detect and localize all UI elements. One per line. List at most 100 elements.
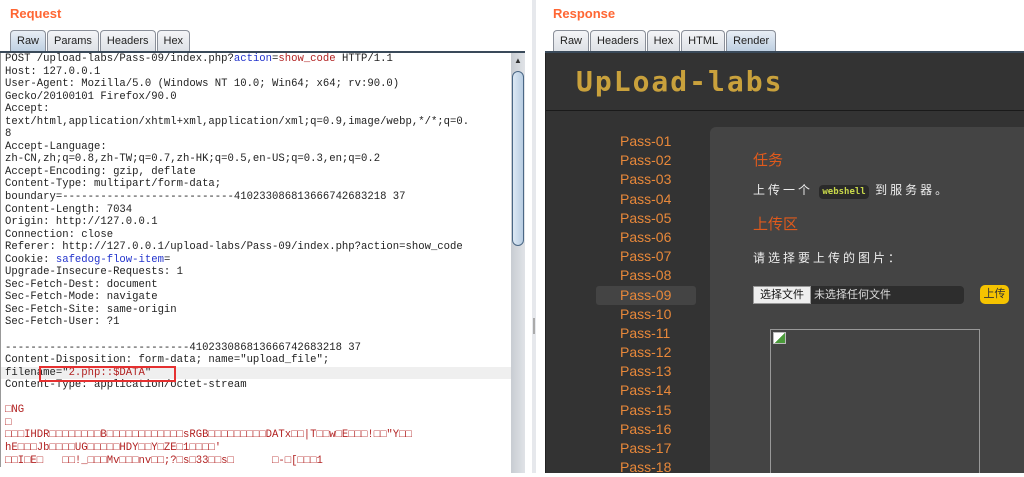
pass-link[interactable]: Pass-08 xyxy=(596,266,696,285)
pass-link[interactable]: Pass-05 xyxy=(596,209,696,228)
line-token: Accept-Language: xyxy=(5,140,107,153)
request-scrollbar[interactable]: ▲ xyxy=(511,53,525,473)
pass-link[interactable]: Pass-18 xyxy=(596,458,696,477)
tab-raw[interactable]: Raw xyxy=(553,30,590,51)
line-token: Host: 127.0.0.1 xyxy=(5,65,101,78)
line-token: 8 xyxy=(5,128,12,141)
tab-hex[interactable]: Hex xyxy=(646,30,681,51)
pass-link[interactable]: Pass-13 xyxy=(596,362,696,381)
tab-params[interactable]: Params xyxy=(47,30,99,51)
tab-html[interactable]: HTML xyxy=(681,30,726,51)
line-token: Origin: http://127.0.0.1 xyxy=(5,216,158,229)
main-panel: 任务 上传一个 webshell 到服务器。 上传区 请选择要上传的图片： 选择… xyxy=(710,127,1024,473)
line-token: Accept-Encoding: gzip, deflate xyxy=(5,165,196,178)
tab-hex[interactable]: Hex xyxy=(156,30,191,51)
line-token: POST /upload-labs/Pass-09/index.php? xyxy=(5,53,234,65)
line-token: show_code xyxy=(278,53,336,65)
request-line: text/html,application/xhtml+xml,applicat… xyxy=(1,116,512,129)
request-line: Gecko/20100101 Firefox/90.0 xyxy=(1,91,512,104)
scroll-up-icon[interactable]: ▲ xyxy=(514,56,522,65)
split-grip[interactable] xyxy=(533,318,535,334)
task-text: 上传一个 webshell 到服务器。 xyxy=(753,181,950,199)
task-post: 到服务器。 xyxy=(875,183,951,197)
request-title: Request xyxy=(10,6,62,21)
pass-link[interactable]: Pass-12 xyxy=(596,343,696,362)
split-divider[interactable] xyxy=(532,0,536,473)
pass-link[interactable]: Pass-10 xyxy=(596,305,696,324)
request-line: □□□IHDR□□□□□□□□B□□□□□□□□□□□□sRGB□□□□□□□□… xyxy=(1,429,512,442)
line-token: = xyxy=(163,253,171,266)
request-line: Accept-Language: xyxy=(1,141,512,154)
request-line: Content-Length: 7034 xyxy=(1,204,512,217)
pass-link[interactable]: Pass-15 xyxy=(596,401,696,420)
scroll-thumb[interactable] xyxy=(512,71,524,246)
upload-button[interactable]: 上传 xyxy=(980,285,1009,304)
pass-link[interactable]: Pass-09 xyxy=(596,285,696,305)
request-line: Upgrade-Insecure-Requests: 1 xyxy=(1,266,512,279)
line-token: text/html,application/xhtml+xml,applicat… xyxy=(5,115,470,128)
webshell-code: webshell xyxy=(819,185,869,199)
request-line: Sec-Fetch-User: ?1 xyxy=(1,316,512,329)
line-token: zh-CN,zh;q=0.8,zh-TW;q=0.7,zh-HK;q=0.5,e… xyxy=(5,153,381,166)
file-status: 未选择任何文件 xyxy=(811,286,964,304)
line-token: Accept: xyxy=(5,103,50,116)
pass-link[interactable]: Pass-03 xyxy=(596,170,696,189)
pass-link[interactable]: Pass-11 xyxy=(596,324,696,343)
line-token: boundary=---------------------------4102… xyxy=(5,191,406,204)
request-line: boundary=---------------------------4102… xyxy=(1,191,512,204)
request-line: Sec-Fetch-Dest: document xyxy=(1,279,512,292)
upload-prompt: 请选择要上传的图片： xyxy=(753,251,904,265)
request-line: Referer: http://127.0.0.1/upload-labs/Pa… xyxy=(1,241,512,254)
response-tabs: Raw Headers Hex HTML Render xyxy=(553,30,777,51)
pass-link[interactable]: Pass-16 xyxy=(596,420,696,439)
line-token: -----------------------------41023308681… xyxy=(5,341,362,354)
request-line: □NG xyxy=(1,404,512,417)
line-token: Content-Length: 7034 xyxy=(5,203,133,216)
request-line: Accept: xyxy=(1,103,512,116)
tab-headers[interactable]: Headers xyxy=(99,30,156,51)
upload-heading: 上传区 xyxy=(753,215,799,233)
pass-link[interactable]: Pass-01 xyxy=(596,132,696,151)
request-line: Host: 127.0.0.1 xyxy=(1,66,512,79)
line-token: Cookie: xyxy=(5,253,56,266)
response-title: Response xyxy=(553,6,616,21)
line-token: Content-Disposition: form-data; name="up… xyxy=(5,354,330,367)
request-line: Sec-Fetch-Mode: navigate xyxy=(1,291,512,304)
header-divider xyxy=(546,110,1024,111)
request-line: Origin: http://127.0.0.1 xyxy=(1,216,512,229)
pass-link[interactable]: Pass-06 xyxy=(596,228,696,247)
tab-raw[interactable]: Raw xyxy=(10,30,47,51)
tab-render[interactable]: Render xyxy=(726,30,777,51)
line-token: User-Agent: Mozilla/5.0 (Windows NT 10.0… xyxy=(5,78,400,91)
request-line: Sec-Fetch-Site: same-origin xyxy=(1,304,512,317)
request-line: POST /upload-labs/Pass-09/index.php?acti… xyxy=(1,53,512,66)
line-token: Content-Type: multipart/form-data; xyxy=(5,178,222,191)
request-line: Content-Disposition: form-data; name="up… xyxy=(1,354,512,367)
line-token: Gecko/20100101 Firefox/90.0 xyxy=(5,90,177,103)
line-token: hE□□□Jb□□□□UG□□□□□HDY□□Y□ZE□1□□□□' xyxy=(5,441,222,454)
request-line: □□I□E□ □□!_□□□Mv□□□nv□□;?□s□33□□s□ □-□[□… xyxy=(1,455,512,468)
line-token: Upgrade-Insecure-Requests: 1 xyxy=(5,266,184,279)
pass-link[interactable]: Pass-14 xyxy=(596,381,696,400)
line-token: □□I□E□ □□!_□□□Mv□□□nv□□;?□s□33□□s□ □-□[□… xyxy=(5,454,323,467)
task-pre: 上传一个 xyxy=(753,183,814,197)
pass-link[interactable]: Pass-02 xyxy=(596,151,696,170)
broken-image-icon xyxy=(773,332,786,344)
upload-labs-logo[interactable]: UpLoad-labs xyxy=(576,65,783,98)
highlight-box xyxy=(39,366,176,382)
image-preview xyxy=(770,329,980,473)
pass-link[interactable]: Pass-07 xyxy=(596,247,696,266)
request-line: Content-Type: multipart/form-data; xyxy=(1,178,512,191)
line-token: HTTP/1.1 xyxy=(335,53,393,65)
tab-headers[interactable]: Headers xyxy=(590,30,646,51)
line-token: Sec-Fetch-Dest: document xyxy=(5,278,158,291)
request-line: Accept-Encoding: gzip, deflate xyxy=(1,166,512,179)
pass-link[interactable]: Pass-04 xyxy=(596,190,696,209)
request-line: zh-CN,zh;q=0.8,zh-TW;q=0.7,zh-HK;q=0.5,e… xyxy=(1,153,512,166)
choose-file-button[interactable]: 选择文件 xyxy=(753,286,811,304)
request-line xyxy=(1,329,512,342)
request-line: hE□□□Jb□□□□UG□□□□□HDY□□Y□ZE□1□□□□' xyxy=(1,442,512,455)
pass-link[interactable]: Pass-17 xyxy=(596,439,696,458)
request-line xyxy=(1,392,512,405)
request-editor[interactable]: POST /upload-labs/Pass-09/index.php?acti… xyxy=(0,53,512,468)
